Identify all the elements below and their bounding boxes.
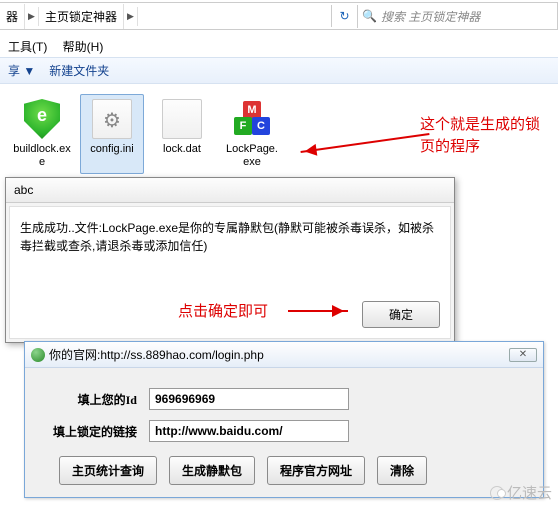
globe-icon — [31, 348, 45, 362]
address-bar: 器 ▶ 主页锁定神器 ▶ ↻ 🔍 搜索 主页锁定神器 — [0, 2, 558, 30]
config-title: 你的官网:http://ss.889hao.com/login.php — [49, 346, 264, 363]
watermark: 亿速云 — [490, 482, 552, 503]
menu-tools[interactable]: 工具(T) — [8, 40, 47, 54]
breadcrumb-seg-2[interactable]: 主页锁定神器 — [39, 4, 124, 29]
search-icon: 🔍 — [362, 9, 377, 23]
menu-help[interactable]: 帮助(H) — [63, 40, 104, 54]
id-label: 填上您的Id — [39, 391, 149, 408]
annotation-text: 这个就是生成的锁 页的程序 — [420, 114, 540, 158]
close-button[interactable]: ✕ — [509, 348, 537, 362]
link-input[interactable] — [149, 420, 349, 442]
id-input[interactable] — [149, 388, 349, 410]
ok-button[interactable]: 确定 — [362, 301, 440, 328]
file-item[interactable]: config.ini — [80, 94, 144, 174]
arrow-icon — [288, 310, 348, 312]
file-label: buildlock.exe — [13, 143, 71, 169]
stats-button[interactable]: 主页统计查询 — [59, 456, 157, 485]
breadcrumb: 器 ▶ 主页锁定神器 ▶ — [0, 4, 138, 29]
refresh-icon[interactable]: ↻ — [331, 5, 357, 27]
chevron-right-icon[interactable]: ▶ — [124, 7, 138, 26]
search-box[interactable]: 🔍 搜索 主页锁定神器 — [357, 5, 557, 28]
dialog-title: abc — [6, 178, 454, 203]
exe-shield-icon — [22, 99, 62, 139]
dialog-message: 生成成功..文件:LockPage.exe是你的专属静默包(静默可能被杀毒误杀，… — [20, 219, 440, 255]
ini-gear-icon — [92, 99, 132, 139]
file-label: config.ini — [83, 143, 141, 156]
dat-file-icon — [162, 99, 202, 139]
toolbar-new-folder[interactable]: 新建文件夹 — [49, 62, 109, 79]
generate-button[interactable]: 生成静默包 — [169, 456, 255, 485]
file-label: LockPage.exe — [223, 143, 281, 169]
toolbar-share[interactable]: 享 ▼ — [8, 62, 35, 79]
config-title-bar: 你的官网:http://ss.889hao.com/login.php ✕ — [25, 342, 543, 368]
chevron-right-icon[interactable]: ▶ — [25, 7, 39, 26]
file-item[interactable]: lock.dat — [150, 94, 214, 174]
search-placeholder: 搜索 主页锁定神器 — [381, 8, 480, 25]
mfc-cubes-icon: MFC — [232, 99, 272, 139]
annotation-text: 点击确定即可 — [178, 300, 268, 321]
file-item[interactable]: buildlock.exe — [10, 94, 74, 174]
breadcrumb-seg-1[interactable]: 器 — [0, 4, 25, 29]
toolbar: 享 ▼ 新建文件夹 — [0, 57, 558, 84]
file-label: lock.dat — [153, 143, 211, 156]
config-window: 你的官网:http://ss.889hao.com/login.php ✕ 填上… — [24, 341, 544, 498]
menu-bar: 工具(T) 帮助(H) — [0, 36, 558, 57]
official-site-button[interactable]: 程序官方网址 — [267, 456, 365, 485]
clear-button[interactable]: 清除 — [377, 456, 427, 485]
link-label: 填上锁定的链接 — [39, 423, 149, 440]
file-item[interactable]: MFC LockPage.exe — [220, 94, 284, 174]
cloud-icon — [490, 486, 504, 500]
